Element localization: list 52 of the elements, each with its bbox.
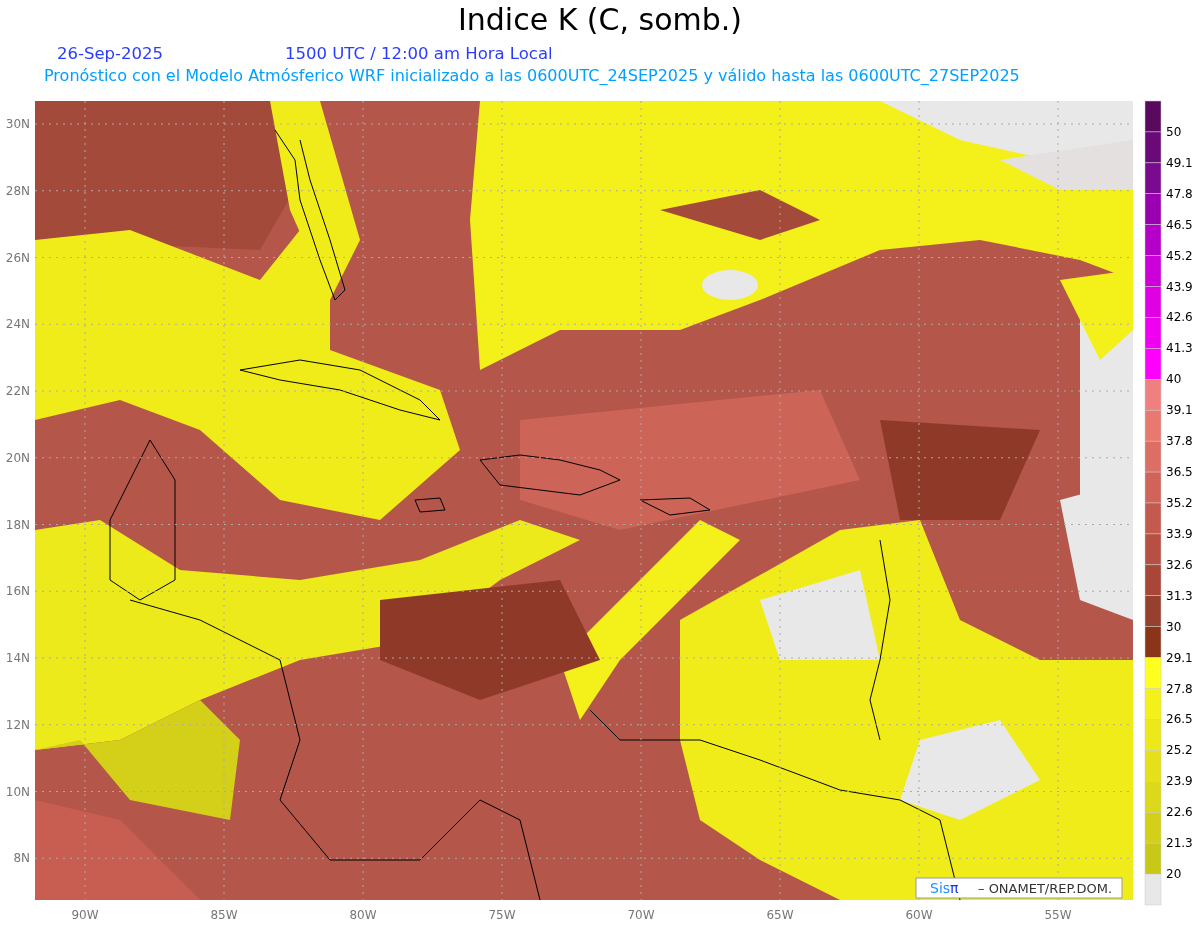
colorbar-label: 22.6	[1166, 805, 1193, 820]
colorbar-label: 35.2	[1166, 496, 1193, 510]
colorbar-label: 33.9	[1166, 526, 1193, 541]
colorbar-label: 40	[1166, 372, 1182, 387]
latitude-label: 16N	[5, 584, 30, 599]
latitude-label: 8N	[13, 851, 30, 866]
forecast-date: 26-Sep-2025	[57, 44, 163, 63]
longitude-label: 60W	[905, 908, 933, 922]
colorbar-label: 36.5	[1166, 465, 1193, 480]
colorbar-label: 27.8	[1166, 681, 1193, 696]
colorbar-label: 23.9	[1166, 774, 1193, 789]
chart-title: Indice K (C, somb.)	[456, 1, 744, 39]
colorbar-label: 41.3	[1166, 341, 1193, 356]
latitude-label: 14N	[5, 651, 30, 665]
longitude-label: 65W	[766, 908, 794, 922]
longitude-label: 55W	[1044, 908, 1072, 922]
latitude-label: 20N	[5, 450, 30, 465]
colorbar-label: 26.5	[1166, 712, 1193, 727]
colorbar-label: 29.1	[1166, 650, 1193, 665]
colorbar-label: 31.3	[1166, 588, 1193, 603]
colorbar-label: 20	[1166, 867, 1182, 882]
latitude-label: 12N	[5, 717, 30, 732]
logo-text: Sis	[930, 880, 951, 896]
colorbar-label: 37.8	[1166, 434, 1193, 449]
colorbar-label: 43.9	[1166, 279, 1193, 294]
longitude-label: 75W	[488, 908, 516, 922]
colorbar-label: 42.6	[1166, 310, 1193, 325]
colorbar-label: 47.8	[1166, 186, 1193, 201]
latitude-label: 26N	[5, 250, 30, 265]
longitude-label: 90W	[71, 908, 99, 922]
colorbar-label: 25.2	[1166, 743, 1193, 758]
colorbar-label: 39.1	[1166, 403, 1193, 418]
colorbar-label: 45.2	[1166, 248, 1193, 263]
colorbar-label: 50	[1166, 124, 1182, 139]
latitude-label: 28N	[5, 183, 30, 198]
colorbar-label: 21.3	[1166, 836, 1193, 851]
colorbar-label: 49.1	[1166, 155, 1193, 170]
colorbar-label: 30	[1166, 619, 1182, 634]
colorbar-label: 46.5	[1166, 217, 1193, 232]
latitude-label: 22N	[5, 384, 30, 398]
longitude-label: 70W	[627, 908, 655, 922]
latitude-label: 24N	[5, 317, 30, 332]
model-description: Pronóstico con el Modelo Atmósferico WRF inicializado a las 0600UTC_24SEP2025 y válido hasta las 0600UTC_27SEP2025	[44, 66, 1020, 85]
latitude-label: 30N	[5, 117, 30, 131]
logo-symbol: π	[950, 880, 959, 896]
credit-text: – ONAMET/REP.DOM.	[978, 881, 1113, 896]
latitude-label: 10N	[5, 784, 30, 799]
forecast-time: 1500 UTC / 12:00 am Hora Local	[285, 44, 553, 63]
latitude-label: 18N	[5, 517, 30, 532]
longitude-label: 80W	[349, 908, 377, 922]
colorbar-label: 32.6	[1166, 557, 1193, 572]
longitude-label: 85W	[210, 908, 238, 922]
